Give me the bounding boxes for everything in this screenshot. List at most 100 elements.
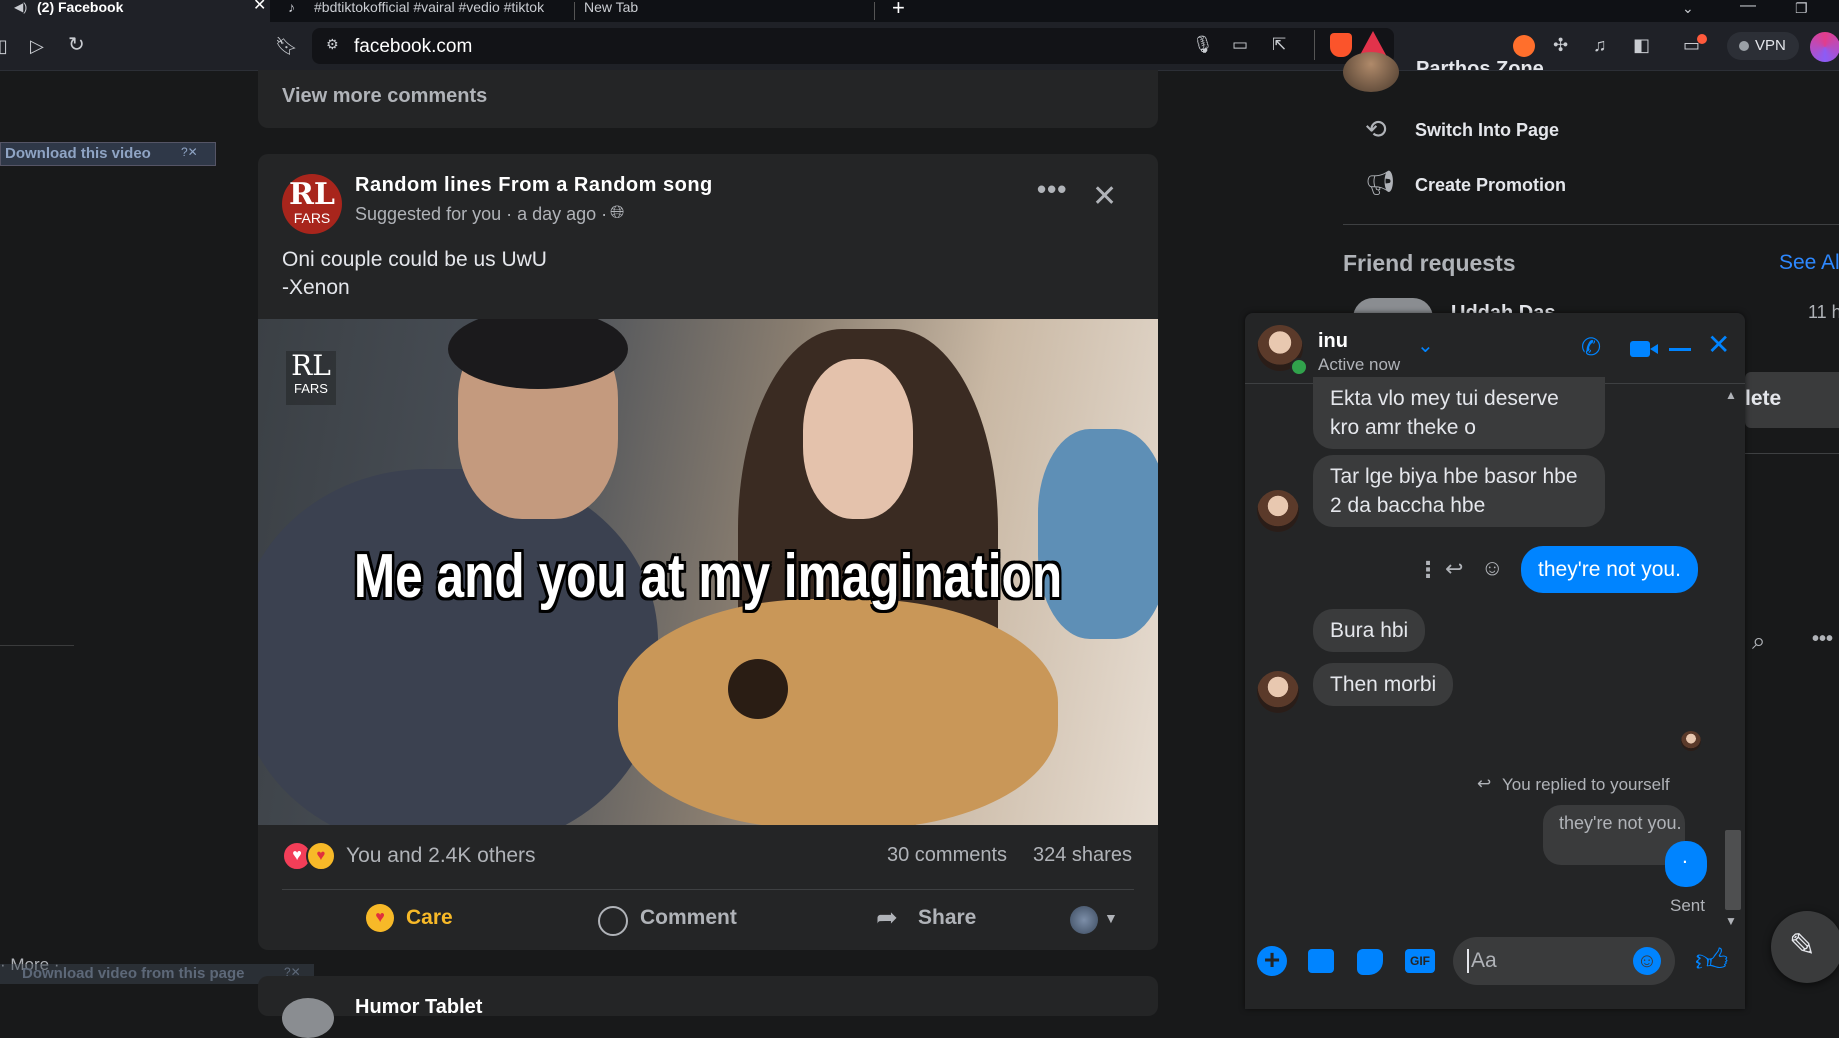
delete-request-button[interactable]: lete [1745,372,1839,428]
scrollbar-thumb[interactable] [1725,830,1741,910]
share-button[interactable]: ➦ Share [876,902,1016,946]
share-page-icon[interactable]: ⇱ [1272,35,1286,55]
page-avatar[interactable]: RL FARS [282,174,342,234]
page-avatar[interactable] [282,998,334,1038]
tab-facebook[interactable]: ◀) (2) Facebook ✕ [0,0,270,22]
delete-label: lete [1745,387,1782,410]
face-right-shape [803,359,913,519]
shares-count[interactable]: 324 shares [1033,844,1132,867]
video-call-icon-lens [1650,344,1658,354]
avatar-text: RL [288,177,336,212]
sent-status: Sent [1670,896,1705,915]
url-text[interactable]: facebook.com [354,36,472,58]
add-more-icon[interactable]: + [1257,946,1287,976]
avatar [1070,906,1098,934]
message-bubble[interactable]: Tar lge biya hbe basor hbe 2 da baccha h… [1313,455,1605,527]
scroll-down-icon[interactable]: ▼ [1725,914,1737,928]
comment-label: Comment [640,906,737,929]
create-promotion-item[interactable]: 📢︎ Create Promotion [1365,169,1765,205]
cast-icon[interactable]: ▭ [1232,35,1248,55]
minimize-chat-icon[interactable] [1669,348,1691,351]
see-all-link[interactable]: See All [1779,251,1839,275]
address-bar[interactable]: ⚙ facebook.com 🎙︎ ▭ ⇱ [312,28,1394,64]
brave-shield-icon[interactable] [1330,33,1352,57]
replied-label: You replied to yourself [1502,775,1670,794]
care-button[interactable]: ♥ Care [366,902,486,946]
vpn-button[interactable]: VPN [1727,32,1799,60]
play-icon[interactable]: ▷ [30,36,44,56]
download-page-label[interactable]: Download video from this page [22,965,245,982]
site-settings-icon[interactable]: ⚙ [326,36,339,53]
new-message-button[interactable]: ✎ [1771,911,1839,983]
extensions-puzzle-icon[interactable]: ✣ [1553,35,1568,55]
post-image[interactable]: RL FARS Me and you at my imagination [258,319,1158,825]
sidebar-toggle-icon[interactable]: ◧ [1633,35,1650,55]
tab-new-tab[interactable]: New Tab [584,0,874,22]
reload-icon[interactable]: ↻ [68,35,85,55]
media-music-icon[interactable]: ♫ [1593,35,1607,55]
close-icon[interactable]: ✕ [1092,182,1117,212]
microphone-icon[interactable]: 🎙︎ [1192,35,1214,55]
video-call-icon[interactable] [1630,341,1650,357]
care-reaction-icon[interactable]: ♥ [306,841,336,871]
minimize-icon[interactable]: — [1740,0,1756,16]
download-video-label[interactable]: Download this video [5,145,151,162]
gif-icon[interactable]: GIF [1405,949,1435,973]
my-reply-bubble[interactable]: . [1665,841,1707,887]
profile-avatar[interactable] [1810,32,1839,62]
reply-icon[interactable]: ↩ [1445,556,1463,582]
more-options-icon[interactable]: ••• [1812,628,1833,651]
more-options-icon[interactable]: ••• [1037,174,1067,205]
speaker-icon[interactable]: ◀) [14,0,27,14]
phone-icon[interactable]: ✆ [1581,333,1601,362]
view-more-comments-link[interactable]: View more comments [282,85,487,108]
message-line: Tar lge biya hbe basor hbe [1330,465,1578,488]
comment-button[interactable]: Comment [598,902,758,946]
search-contacts-icon[interactable]: ⌕ [1752,628,1765,656]
post-meta: Suggested for you · a day ago · [355,204,608,224]
divider [1343,224,1839,225]
message-options-icon[interactable]: ⋮ [1417,557,1439,583]
message-input[interactable]: Aa ☺ [1453,937,1675,985]
close-chat-icon[interactable]: ✕ [1707,331,1730,359]
attach-image-icon[interactable] [1308,949,1334,973]
profile-avatar[interactable] [1343,52,1399,92]
message-bubble[interactable]: Then morbi [1313,663,1454,706]
message-bubble[interactable]: Bura hbi [1313,609,1426,652]
back-icon[interactable]: ▯ [0,36,8,56]
chat-header[interactable]: inu Active now ⌄ ✆ ✕ [1245,313,1745,384]
quoted-message[interactable]: they're not you. [1543,805,1685,865]
my-message-bubble[interactable]: they're not you. [1521,546,1698,593]
bookmark-icon[interactable]: 🔖︎ [275,36,298,56]
chat-scrollbar[interactable]: ▲ ▼ [1720,388,1744,928]
chat-window: inu Active now ⌄ ✆ ✕ ▲ ▼ Ekta vlo mey tu… [1245,313,1745,1009]
react-emoji-icon[interactable]: ☺ [1481,555,1503,581]
friend-name[interactable]: Uddah Das [1451,300,1555,313]
thumbs-up-icon[interactable]: 👍︎ [1695,941,1728,980]
sticker-icon[interactable] [1357,949,1383,975]
page-name-link[interactable]: Random lines From a Random song [355,174,713,197]
chevron-down-icon[interactable]: ⌄ [1417,333,1434,358]
menu-label: Create Promotion [1415,175,1567,195]
restore-icon[interactable]: ❐ [1795,0,1808,18]
new-tab-plus-icon[interactable]: + [892,0,905,19]
tab-tiktok[interactable]: ♪ #bdtiktokofficial #vairal #vedio #tikt… [282,0,572,22]
switch-into-page-item[interactable]: ⟲ Switch Into Page [1365,114,1765,150]
message-bubble[interactable]: Ekta vlo mey tui deserve kro amr theke o [1313,377,1605,449]
help-close-icon[interactable]: ?✕ [181,145,198,159]
close-tab-icon[interactable]: ✕ [253,0,266,14]
react-as-selector[interactable]: ▼ [1070,904,1126,938]
globe-icon[interactable]: 🌐︎ [610,202,624,223]
scroll-up-icon[interactable]: ▲ [1725,388,1737,402]
avatar-subtext: FARS [293,210,331,226]
chevron-down-icon[interactable]: ⌄ [1682,0,1694,18]
download-video-overlay[interactable]: Download this video ?✕ [0,142,216,166]
emoji-icon[interactable]: ☺ [1633,947,1661,975]
comments-count[interactable]: 30 comments [887,844,1007,867]
notification-dot [1697,34,1707,44]
share-label: Share [918,906,977,929]
contact-name[interactable]: inu [1318,330,1348,353]
profile-name[interactable]: Parthos Zone [1416,52,1544,70]
page-name-link[interactable]: Humor Tablet [355,996,482,1019]
reactions-summary[interactable]: You and 2.4K others [346,844,536,868]
